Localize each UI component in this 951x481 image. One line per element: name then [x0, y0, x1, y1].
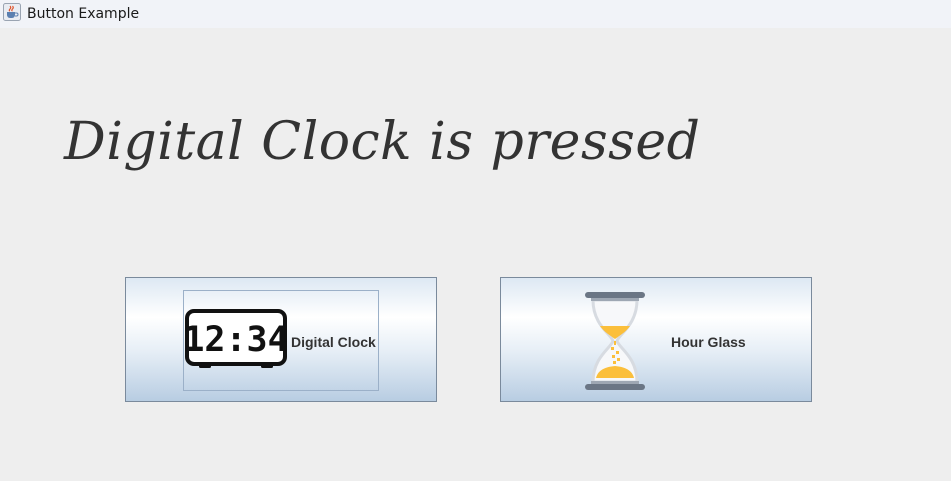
- digital-clock-label: Digital Clock: [291, 334, 376, 350]
- title-bar[interactable]: Button Example: [0, 0, 951, 28]
- java-cup-icon: [3, 3, 21, 21]
- digital-clock-icon: 12:34: [183, 309, 289, 371]
- hourglass-icon: [583, 290, 647, 392]
- window-title: Button Example: [27, 6, 140, 22]
- digital-clock-button[interactable]: 12:34 Digital Clock: [125, 277, 437, 402]
- app-window: Button Example Digital Clock is pressed …: [0, 0, 951, 481]
- status-label: Digital Clock is pressed: [64, 112, 701, 172]
- clock-display-text: 12:34: [185, 320, 287, 360]
- hourglass-button[interactable]: Hour Glass: [500, 277, 812, 402]
- hourglass-label: Hour Glass: [671, 334, 746, 350]
